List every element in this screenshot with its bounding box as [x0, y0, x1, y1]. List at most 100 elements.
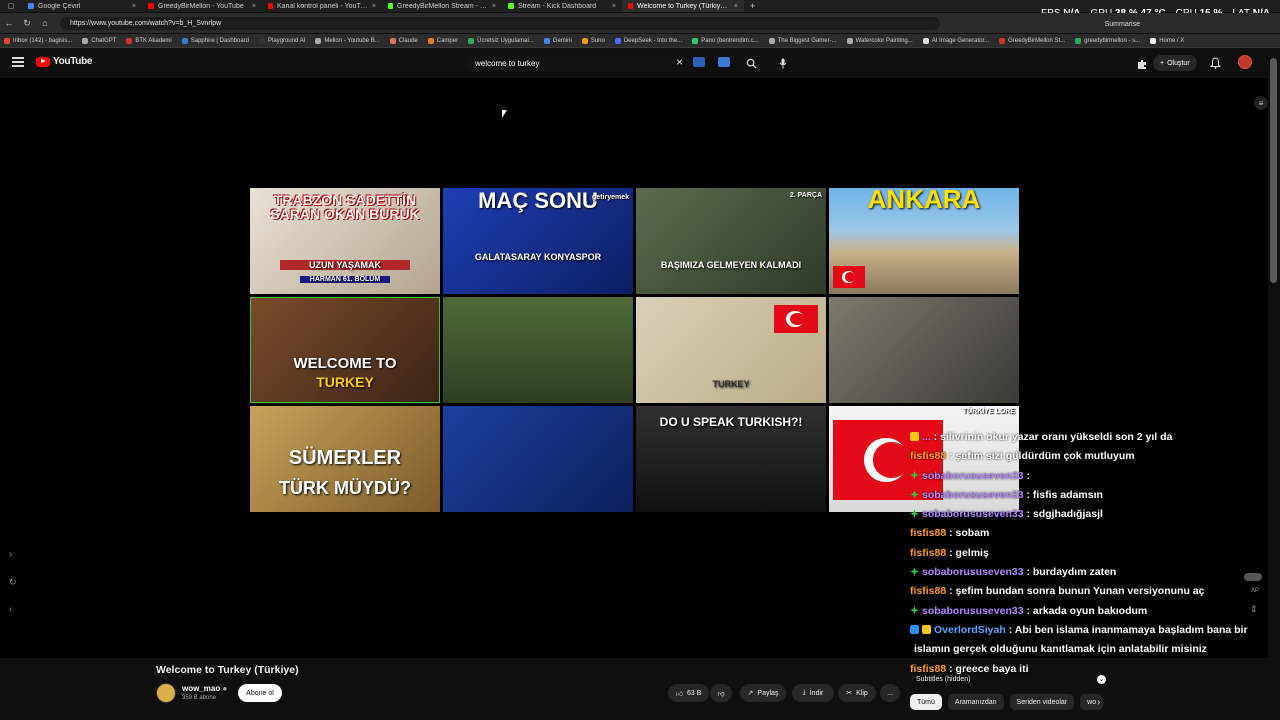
bookmark-item[interactable]: Gemini	[543, 37, 572, 44]
subscribe-button[interactable]: Abone ol	[238, 684, 282, 702]
close-tab-icon[interactable]: ×	[612, 3, 616, 10]
browser-tab[interactable]: Stream - Kick Dashboard ×	[502, 0, 622, 12]
video-thumbnail[interactable]: WELCOME TO TURKEY	[250, 297, 440, 403]
bookmark-item[interactable]: BTK Akademi	[126, 37, 172, 44]
video-thumbnail[interactable]	[829, 297, 1019, 403]
bookmark-item[interactable]: greedybirmellon - s...	[1075, 37, 1140, 44]
bookmark-item[interactable]: Home / X	[1150, 37, 1184, 44]
expand-icon[interactable]: ⇕	[1250, 604, 1258, 615]
chevron-left-icon[interactable]: ‹	[9, 604, 12, 615]
translate-extension-icon[interactable]	[693, 57, 705, 67]
notifications-bell-icon[interactable]	[1209, 56, 1222, 74]
bookmark-label: Camper	[436, 37, 459, 44]
subtitles-toggle[interactable]: Subtitles (hidden) ⌄	[916, 673, 1112, 685]
chat-username[interactable]: fisfis88	[910, 527, 946, 539]
reload-icon[interactable]: ↻	[18, 18, 36, 29]
subscriber-count: 359 B abone	[182, 695, 217, 701]
bookmark-item[interactable]: DeepSeek - Into the...	[614, 37, 682, 44]
search-input[interactable]: welcome to turkey	[466, 55, 692, 71]
like-button[interactable]: 👍︎ 63 B	[668, 684, 709, 702]
chat-username[interactable]: OverlordSiyah	[934, 624, 1006, 636]
chat-username[interactable]: sobaborususeven33	[922, 489, 1024, 501]
close-tab-icon[interactable]: ×	[372, 3, 376, 10]
video-thumbnail[interactable]: BAŞIMIZA GELMEYEN KALMADI 2. PARÇA	[636, 188, 826, 294]
bookmark-item[interactable]: GreedyBirMellon St...	[999, 37, 1065, 44]
bookmark-item[interactable]: Claude	[389, 37, 418, 44]
bookmark-item[interactable]: The Biggest Gamer-...	[768, 37, 837, 44]
keyboard-extension-icon[interactable]	[718, 57, 730, 67]
chevron-right-icon[interactable]: ›	[9, 549, 12, 560]
clip-button[interactable]: ✂ Klip	[838, 684, 876, 702]
home-icon[interactable]: ⌂	[36, 18, 54, 28]
bookmark-item[interactable]: Playground AI	[259, 37, 306, 44]
browser-tab[interactable]: Welcome to Turkey (Türkiye) - Yo... ×	[622, 0, 744, 12]
close-tab-icon[interactable]: ×	[734, 3, 738, 10]
bookmark-label: AI Image Generator...	[931, 37, 990, 44]
channel-name[interactable]: wow_mao ●	[182, 684, 227, 693]
bookmark-item[interactable]: Ücretsiz Uygulamal...	[468, 37, 534, 44]
search-button[interactable]	[740, 55, 762, 71]
chat-username[interactable]: fisfis88	[910, 450, 946, 462]
video-thumbnail[interactable]	[443, 297, 633, 403]
download-button[interactable]: ⤓ İndir	[792, 684, 834, 702]
tab-label: Google Çevirl	[38, 2, 81, 10]
chat-text: gelmiş	[955, 546, 989, 559]
new-tab-button[interactable]: +	[744, 0, 761, 12]
chat-username[interactable]: sobaborususeven33	[922, 566, 1024, 578]
dislike-button[interactable]: 👎︎	[710, 684, 732, 702]
bookmark-item[interactable]: ChatGPT	[82, 37, 116, 44]
chat-username[interactable]: sobaborususeven33	[922, 508, 1024, 520]
scrollbar-thumb[interactable]	[1270, 58, 1277, 283]
bookmark-item[interactable]: Sapphire | Dashboard	[181, 37, 249, 44]
video-thumbnail[interactable]: TRABZON SADETTİN SARAN OKAN BURUK UZUN YA…	[250, 188, 440, 294]
bookmark-item[interactable]: Mellon - Youtube B...	[315, 37, 380, 44]
share-button[interactable]: ↗ Paylaş	[740, 684, 786, 702]
chat-username[interactable]: ...	[922, 431, 931, 443]
chat-username[interactable]: fisfis88	[910, 547, 946, 559]
bookmark-item[interactable]: Watercolor Painting...	[846, 37, 913, 44]
bookmark-item[interactable]: Inbox (142) - bagisis...	[4, 37, 72, 44]
youtube-logo[interactable]: YouTube	[36, 56, 93, 67]
autoplay-toggle[interactable]	[1244, 573, 1262, 581]
summarise-button[interactable]: Summarise	[1105, 21, 1140, 28]
filter-chip[interactable]: Tümü	[910, 694, 942, 710]
filter-chip[interactable]: Seriden videolar	[1009, 694, 1075, 710]
video-thumbnail[interactable]: MAÇ SONU GALATASARAY KONYASPOR getiryemek	[443, 188, 633, 294]
chat-username[interactable]: sobaborususeven33	[922, 605, 1024, 617]
video-thumbnail[interactable]: SÜMERLER TÜRK MÜYDÜ?	[250, 406, 440, 512]
window-icon[interactable]: ▢	[0, 0, 22, 12]
chat-menu-icon[interactable]: ≡	[1254, 96, 1268, 110]
close-tab-icon[interactable]: ×	[252, 3, 256, 10]
bookmark-label: Playground AI	[268, 37, 306, 44]
video-thumbnail[interactable]: TURKEY	[636, 297, 826, 403]
browser-tab[interactable]: GreedyBirMellon - YouTube ×	[142, 0, 262, 12]
bookmark-item[interactable]: Camper	[427, 37, 459, 44]
chat-username[interactable]: fisfis88	[910, 585, 946, 597]
close-tab-icon[interactable]: ×	[492, 3, 496, 10]
bookmark-item[interactable]: Pano (bentrendim.c...	[692, 37, 759, 44]
bookmark-item[interactable]: Suno	[581, 37, 605, 44]
video-thumbnail[interactable]: DO U SPEAK TURKISH?!	[636, 406, 826, 512]
browser-tab[interactable]: Kanal kontrol paneli - YouTube St... ×	[262, 0, 382, 12]
bookmark-item[interactable]: AI Image Generator...	[922, 37, 990, 44]
chips-next-icon[interactable]: ›	[1097, 697, 1100, 708]
voice-search-button[interactable]	[774, 54, 792, 72]
video-thumbnail[interactable]	[443, 406, 633, 512]
more-actions-button[interactable]: ...	[880, 684, 900, 702]
bookmark-favicon	[126, 37, 133, 44]
menu-icon[interactable]	[12, 57, 24, 67]
close-tab-icon[interactable]: ×	[132, 3, 136, 10]
filter-chip[interactable]: Aramanızdan	[947, 694, 1004, 710]
back-icon[interactable]: ←	[0, 18, 18, 28]
browser-tab[interactable]: GreedyBirMellon Stream - Watch... ×	[382, 0, 502, 12]
clear-search-icon[interactable]: ×	[676, 55, 683, 69]
browser-tab[interactable]: Google Çevirl ×	[22, 0, 142, 12]
refresh-icon[interactable]: ↻	[9, 577, 17, 588]
video-thumbnail[interactable]: ANKARA	[829, 188, 1019, 294]
user-avatar[interactable]	[1238, 55, 1252, 69]
url-field[interactable]: https://www.youtube.com/watch?v=b_H_Svnr…	[60, 16, 940, 30]
channel-avatar[interactable]	[156, 683, 176, 703]
create-button[interactable]: + Oluştur	[1153, 55, 1197, 71]
chat-username[interactable]: sobaborususeven33	[922, 470, 1024, 482]
extension-icon[interactable]	[1136, 57, 1148, 75]
